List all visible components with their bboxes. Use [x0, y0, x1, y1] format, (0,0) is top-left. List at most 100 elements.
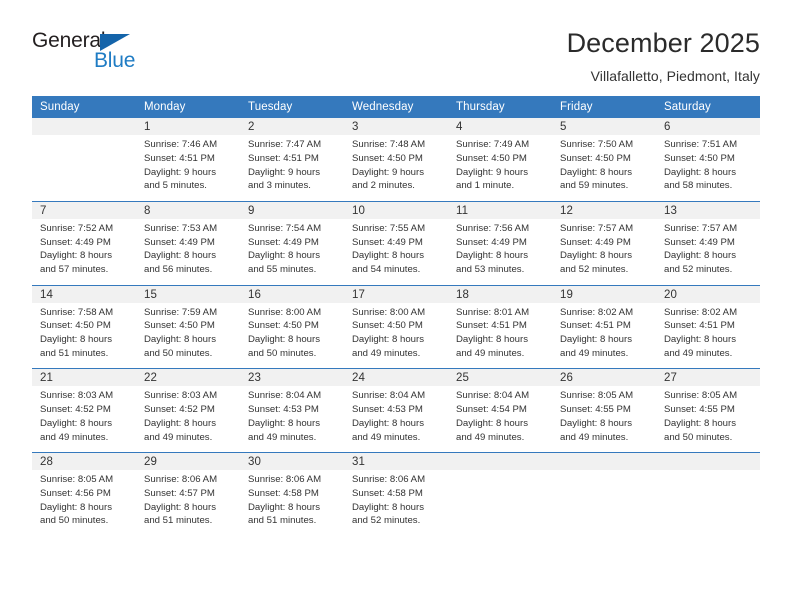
daylight-text: Daylight: 9 hours — [456, 166, 528, 178]
day-number[interactable]: 23 — [240, 368, 344, 387]
daylight-text: Daylight: 8 hours — [144, 417, 216, 429]
page-header: General Blue December 2025 Villafalletto… — [0, 0, 792, 96]
day-number[interactable]: 18 — [448, 285, 552, 303]
sunset-text: Sunset: 4:51 PM — [664, 320, 735, 332]
day-number[interactable]: 3 — [344, 118, 448, 135]
day-number[interactable]: 22 — [136, 368, 240, 387]
day-number[interactable]: 24 — [344, 368, 448, 387]
sunset-text: Sunset: 4:58 PM — [248, 487, 319, 499]
sunset-text: Sunset: 4:49 PM — [40, 236, 111, 248]
day-cell-details: Sunrise: 8:02 AM Sunset: 4:51 PM Daylight:… — [552, 302, 656, 367]
daylight-text: and 5 minutes. — [144, 180, 207, 192]
sunrise-text: Sunrise: 7:48 AM — [352, 139, 426, 150]
daylight-text: and 50 minutes. — [144, 347, 213, 359]
daylight-text: Daylight: 8 hours — [248, 334, 320, 346]
sunrise-text: Sunrise: 8:02 AM — [664, 306, 738, 318]
daylight-text: Daylight: 8 hours — [144, 501, 216, 513]
day-cell-details: Sunrise: 8:00 AM Sunset: 4:50 PM Daylight:… — [240, 302, 344, 367]
sunset-text: Sunset: 4:49 PM — [456, 236, 527, 248]
sunrise-text: Sunrise: 8:06 AM — [144, 474, 218, 485]
day-cell-details: Sunrise: 8:05 AM Sunset: 4:55 PM Daylight:… — [552, 386, 656, 451]
weekday-header-saturday: Saturday — [656, 96, 760, 118]
daylight-text: and 53 minutes. — [456, 264, 525, 276]
sunrise-text: Sunrise: 8:04 AM — [352, 390, 426, 402]
day-number[interactable]: 2 — [240, 118, 344, 135]
day-number[interactable]: 26 — [552, 368, 656, 387]
day-number[interactable]: 1 — [136, 118, 240, 135]
daylight-text: and 49 minutes. — [560, 431, 629, 443]
sunrise-text: Sunrise: 7:55 AM — [352, 222, 426, 234]
day-number[interactable]: 8 — [136, 201, 240, 219]
daylight-text: Daylight: 8 hours — [664, 166, 736, 178]
sunset-text: Sunset: 4:55 PM — [664, 404, 735, 416]
day-number[interactable]: 31 — [344, 452, 448, 470]
day-number[interactable]: 7 — [32, 201, 136, 219]
sunrise-text: Sunrise: 7:50 AM — [560, 139, 634, 150]
calendar-weekday-header: Sunday Monday Tuesday Wednesday Thursday Frid… — [32, 96, 760, 118]
daylight-text: and 1 minute. — [456, 180, 515, 192]
day-cell-details: Sunrise: 8:06 AM Sunset: 4:58 PM Daylight:… — [240, 470, 344, 535]
sunrise-text: Sunrise: 7:52 AM — [40, 222, 114, 234]
daylight-text: Daylight: 8 hours — [352, 501, 424, 513]
day-number[interactable]: 6 — [656, 118, 760, 135]
empty-day-number — [656, 452, 760, 470]
daylight-text: and 49 minutes. — [352, 431, 421, 443]
empty-day-number — [552, 452, 656, 470]
day-number[interactable]: 12 — [552, 201, 656, 219]
weekday-header-wednesday: Wednesday — [344, 96, 448, 118]
day-number[interactable]: 15 — [136, 285, 240, 303]
daylight-text: and 56 minutes. — [144, 264, 213, 276]
day-number[interactable]: 25 — [448, 368, 552, 387]
daylight-text: and 49 minutes. — [664, 347, 733, 359]
day-number[interactable]: 11 — [448, 201, 552, 219]
day-number[interactable]: 16 — [240, 285, 344, 303]
sunrise-text: Sunrise: 7:58 AM — [40, 306, 114, 318]
day-number[interactable]: 19 — [552, 285, 656, 303]
day-cell-details: Sunrise: 7:49 AM Sunset: 4:50 PM Daylight:… — [448, 135, 552, 200]
sunrise-text: Sunrise: 8:04 AM — [248, 390, 322, 402]
daylight-text: Daylight: 9 hours — [144, 166, 216, 178]
daylight-text: Daylight: 8 hours — [560, 166, 632, 178]
day-cell-details: Sunrise: 7:54 AM Sunset: 4:49 PM Daylight:… — [240, 218, 344, 283]
weekday-header-tuesday: Tuesday — [240, 96, 344, 118]
sunrise-text: Sunrise: 8:04 AM — [456, 390, 530, 402]
day-cell-details: Sunrise: 7:59 AM Sunset: 4:50 PM Daylight:… — [136, 302, 240, 367]
sunrise-text: Sunrise: 8:06 AM — [352, 474, 426, 485]
day-cell-details: Sunrise: 8:00 AM Sunset: 4:50 PM Daylight:… — [344, 302, 448, 367]
day-number[interactable]: 4 — [448, 118, 552, 135]
day-number[interactable]: 21 — [32, 368, 136, 387]
daylight-text: and 50 minutes. — [664, 431, 733, 443]
daylight-text: Daylight: 8 hours — [248, 501, 320, 513]
weekday-header-thursday: Thursday — [448, 96, 552, 118]
day-number[interactable]: 30 — [240, 452, 344, 470]
logo-text-general: General — [32, 29, 106, 52]
day-number[interactable]: 5 — [552, 118, 656, 135]
sunrise-text: Sunrise: 8:03 AM — [40, 390, 114, 402]
daylight-text: and 49 minutes. — [144, 431, 213, 443]
week-detail-row: Sunrise: 7:52 AM Sunset: 4:49 PM Daylight:… — [32, 218, 760, 283]
day-number[interactable]: 10 — [344, 201, 448, 219]
sunset-text: Sunset: 4:55 PM — [560, 404, 631, 416]
daylight-text: and 52 minutes. — [352, 515, 421, 527]
day-number[interactable]: 20 — [656, 285, 760, 303]
sunrise-text: Sunrise: 8:00 AM — [352, 306, 426, 318]
sunset-text: Sunset: 4:51 PM — [560, 320, 631, 332]
general-blue-logo[interactable]: General Blue — [32, 28, 150, 74]
day-number[interactable]: 9 — [240, 201, 344, 219]
day-number[interactable]: 28 — [32, 452, 136, 470]
page-subtitle: Villafalletto, Piedmont, Italy — [590, 68, 760, 85]
sunrise-text: Sunrise: 7:49 AM — [456, 139, 530, 150]
day-number[interactable]: 29 — [136, 452, 240, 470]
sunset-text: Sunset: 4:50 PM — [40, 320, 111, 332]
daylight-text: Daylight: 8 hours — [40, 334, 112, 346]
day-cell-details: Sunrise: 7:46 AM Sunset: 4:51 PM Daylight:… — [136, 135, 240, 200]
sunset-text: Sunset: 4:51 PM — [144, 152, 215, 164]
day-number[interactable]: 14 — [32, 285, 136, 303]
weekday-header-friday: Friday — [552, 96, 656, 118]
day-number[interactable]: 27 — [656, 368, 760, 387]
day-number[interactable]: 17 — [344, 285, 448, 303]
day-number[interactable]: 13 — [656, 201, 760, 219]
sunset-text: Sunset: 4:50 PM — [456, 152, 527, 164]
daylight-text: Daylight: 8 hours — [664, 417, 736, 429]
daylight-text: Daylight: 8 hours — [456, 334, 528, 346]
